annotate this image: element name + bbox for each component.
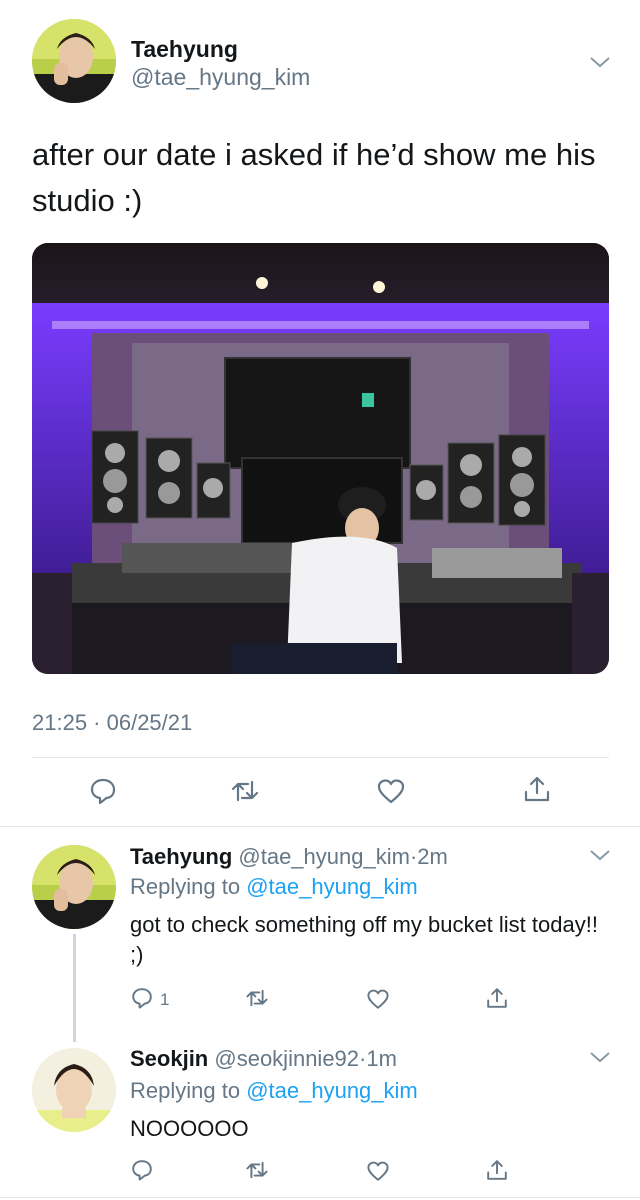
reply-time: 2m bbox=[417, 844, 448, 869]
reply-text: NOOOOOO bbox=[130, 1116, 249, 1141]
divider bbox=[0, 1197, 640, 1198]
reply-author-avatar[interactable] bbox=[32, 1048, 116, 1132]
replying-prefix: Replying to bbox=[130, 1078, 241, 1103]
reply-icon[interactable] bbox=[88, 776, 118, 806]
chevron-down-icon[interactable] bbox=[589, 1050, 611, 1064]
reply-header: Taehyung @tae_hyung_kim·2m bbox=[130, 844, 448, 870]
replying-to: Replying to @tae_hyung_kim bbox=[130, 874, 418, 900]
share-icon[interactable] bbox=[485, 1158, 509, 1182]
reply-author-handle[interactable]: @seokjinnie92 bbox=[214, 1046, 359, 1071]
reply-time: 1m bbox=[366, 1046, 397, 1071]
reply-text: got to check something off my bucket lis… bbox=[130, 912, 598, 967]
like-icon[interactable] bbox=[366, 1159, 390, 1183]
replying-to-link[interactable]: @tae_hyung_kim bbox=[246, 874, 418, 899]
thread-connector bbox=[73, 934, 76, 1042]
retweet-icon[interactable] bbox=[245, 986, 269, 1010]
reply-author-handle[interactable]: @tae_hyung_kim bbox=[238, 844, 410, 869]
tweet-timestamp: 21:25 · 06/25/21 bbox=[32, 710, 193, 735]
reply-author-name[interactable]: Seokjin bbox=[130, 1046, 208, 1071]
chevron-down-icon[interactable] bbox=[589, 848, 611, 862]
reply-author-name[interactable]: Taehyung bbox=[130, 844, 232, 869]
reply-icon[interactable] bbox=[130, 986, 154, 1010]
reply-count: 1 bbox=[160, 990, 170, 1009]
replying-to: Replying to @tae_hyung_kim bbox=[130, 1078, 418, 1104]
reply-author-avatar[interactable] bbox=[32, 845, 116, 929]
share-icon[interactable] bbox=[522, 774, 552, 804]
author-name[interactable]: Taehyung bbox=[131, 36, 238, 63]
divider bbox=[0, 826, 640, 827]
replying-prefix: Replying to bbox=[130, 874, 241, 899]
author-handle[interactable]: @tae_hyung_kim bbox=[131, 64, 310, 91]
replying-to-link[interactable]: @tae_hyung_kim bbox=[246, 1078, 418, 1103]
retweet-icon[interactable] bbox=[230, 776, 260, 806]
reply-icon[interactable] bbox=[130, 1158, 154, 1182]
tweet-text: after our date i asked if he’d show me h… bbox=[32, 137, 596, 218]
author-avatar[interactable] bbox=[32, 19, 116, 103]
like-icon[interactable] bbox=[366, 987, 390, 1011]
share-icon[interactable] bbox=[485, 986, 509, 1010]
chevron-down-icon[interactable] bbox=[589, 55, 611, 69]
studio-photo[interactable] bbox=[32, 243, 609, 674]
divider bbox=[32, 757, 609, 758]
retweet-icon[interactable] bbox=[245, 1158, 269, 1182]
main-tweet: Taehyung @tae_hyung_kim after our date i… bbox=[0, 0, 640, 826]
reply-header: Seokjin @seokjinnie92·1m bbox=[130, 1046, 397, 1072]
like-icon[interactable] bbox=[376, 776, 406, 806]
